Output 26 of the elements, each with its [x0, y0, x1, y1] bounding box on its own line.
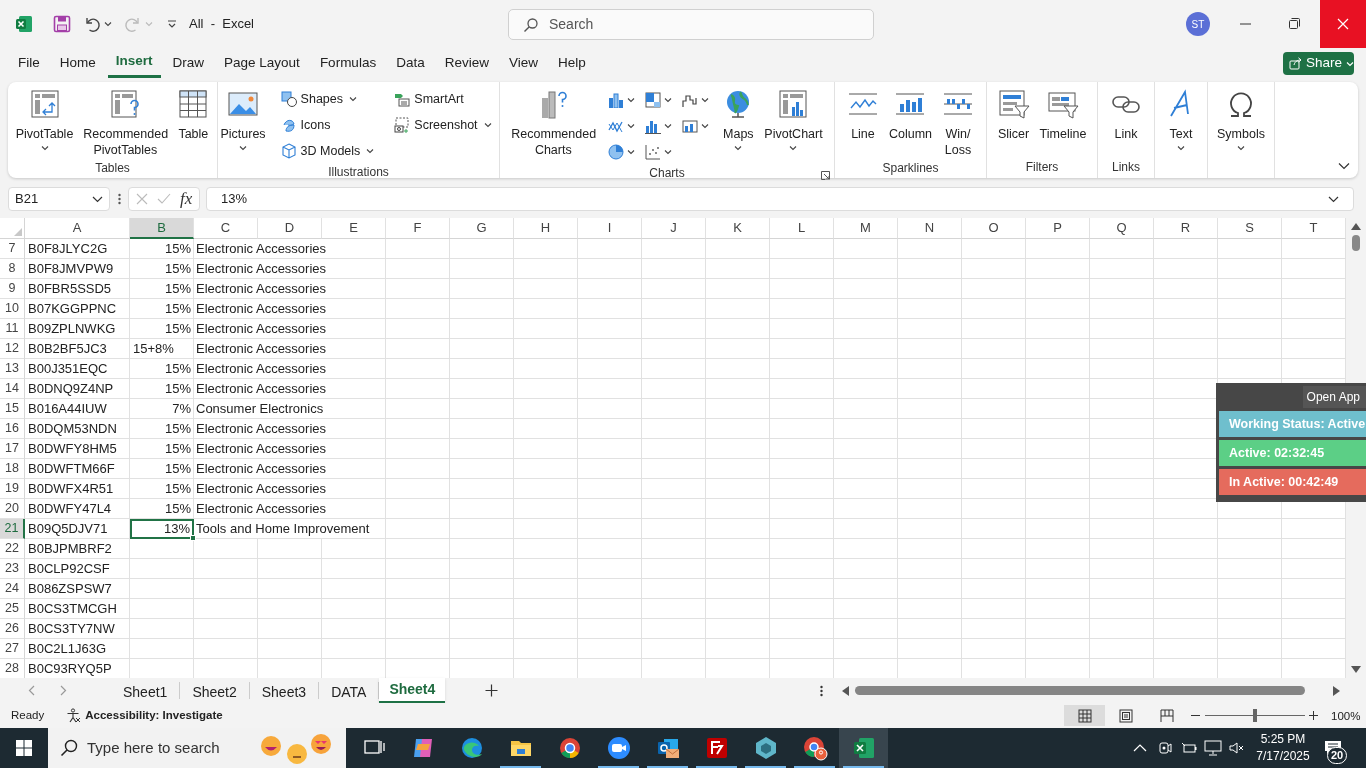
table-cell-text: 15%: [163, 280, 192, 299]
table-cell-text: 15%: [163, 420, 192, 439]
status-bar-label: In Active: 00:42:49: [1219, 469, 1366, 495]
table-cell-text: 15%: [163, 320, 192, 339]
table-cell-text: 15%: [163, 300, 192, 319]
group-label: Sparklines: [882, 160, 939, 177]
table-cell-text: 15%: [163, 480, 192, 499]
window-title: All - Excel: [189, 15, 254, 34]
group-label: Tables: [95, 160, 130, 177]
table-cell-text: 7%: [171, 400, 192, 419]
table-cell-text: 15%: [163, 460, 192, 479]
notification-count: 20: [1327, 747, 1347, 764]
table-cell-text: 15%: [163, 380, 192, 399]
table-cell-text: 15%: [163, 360, 192, 379]
status-bar-label: Working Status: Active: [1219, 411, 1366, 437]
group-label: Illustrations: [328, 164, 389, 181]
group-label: Filters: [1025, 159, 1059, 176]
table-cell-text: 15+8%: [132, 340, 175, 359]
table-cell-text: 15%: [163, 260, 192, 279]
table-cell-text: 15%: [163, 500, 192, 519]
status-bar-label: Active: 02:32:45: [1219, 440, 1366, 466]
group-label: Links: [1112, 159, 1140, 176]
group-label: Charts: [649, 165, 685, 182]
status-text: Ready: [11, 707, 45, 723]
table-cell-text: 15%: [163, 440, 192, 459]
table-cell-text: 15%: [163, 240, 192, 259]
